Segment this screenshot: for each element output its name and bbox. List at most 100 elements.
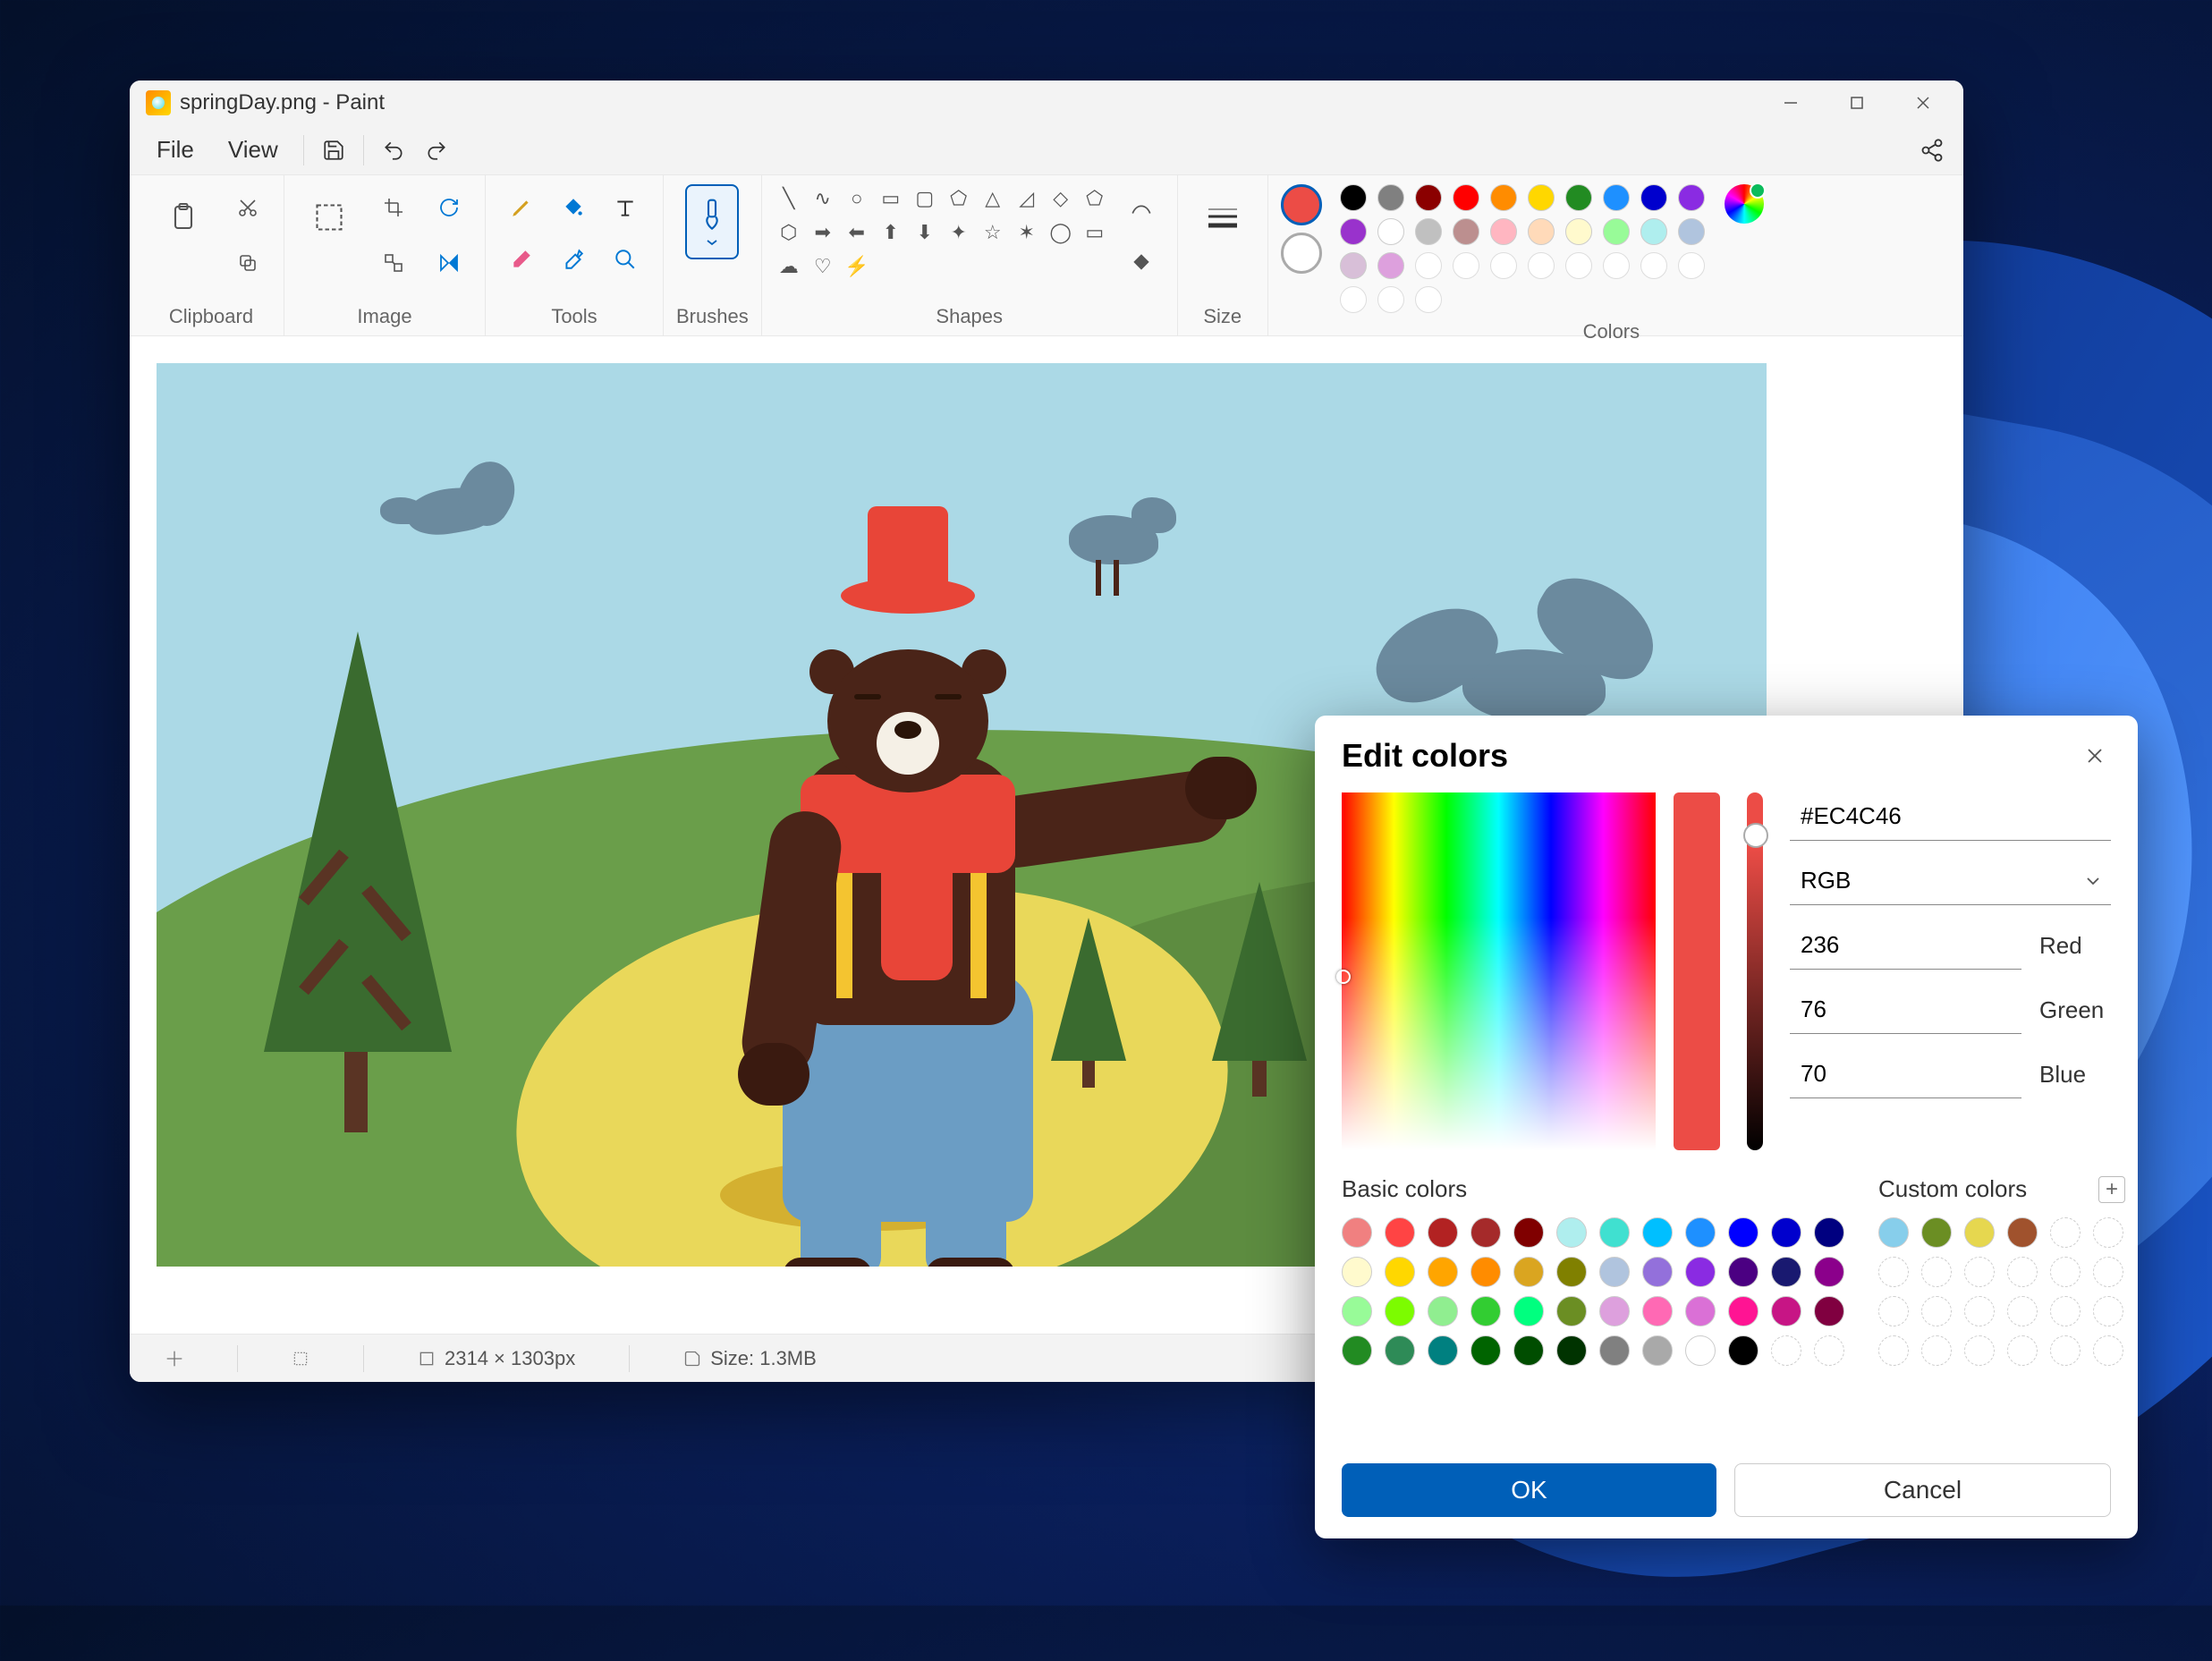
basic-color-swatch[interactable] [1470, 1335, 1501, 1366]
custom-color-swatch[interactable] [2007, 1296, 2038, 1326]
shape-polygon-icon[interactable]: ⬠ [945, 184, 973, 213]
palette-swatch[interactable] [1565, 218, 1592, 245]
basic-color-swatch[interactable] [1814, 1296, 1844, 1326]
shape-diamond-icon[interactable]: ◇ [1047, 184, 1075, 213]
basic-color-swatch[interactable] [1599, 1335, 1630, 1366]
copy-icon[interactable] [225, 240, 271, 286]
shape-line-icon[interactable]: ╲ [775, 184, 803, 213]
share-icon[interactable] [1913, 131, 1951, 169]
basic-color-swatch[interactable] [1342, 1217, 1372, 1248]
custom-color-swatch[interactable] [1964, 1296, 1995, 1326]
palette-swatch[interactable] [1603, 218, 1630, 245]
shape-arrow-left-icon[interactable]: ⬅ [843, 218, 871, 247]
palette-swatch[interactable] [1415, 218, 1442, 245]
basic-color-swatch[interactable] [1599, 1296, 1630, 1326]
basic-color-swatch[interactable] [1642, 1296, 1673, 1326]
basic-color-swatch[interactable] [1814, 1217, 1844, 1248]
shape-hexagon-icon[interactable]: ⬡ [775, 218, 803, 247]
add-custom-color-button[interactable]: + [2098, 1176, 2125, 1203]
basic-color-swatch[interactable] [1385, 1257, 1415, 1287]
close-button[interactable] [1890, 81, 1956, 125]
palette-swatch-empty[interactable] [1453, 252, 1479, 279]
basic-color-swatch[interactable] [1685, 1257, 1716, 1287]
basic-color-swatch[interactable] [1428, 1296, 1458, 1326]
cancel-button[interactable]: Cancel [1734, 1463, 2111, 1517]
palette-swatch[interactable] [1528, 218, 1555, 245]
basic-color-swatch[interactable] [1771, 1257, 1801, 1287]
maximize-button[interactable] [1824, 81, 1890, 125]
custom-color-swatch[interactable] [1964, 1217, 1995, 1248]
palette-swatch[interactable] [1377, 218, 1404, 245]
view-menu[interactable]: View [214, 129, 292, 171]
dialog-close-button[interactable] [2079, 740, 2111, 772]
flip-icon[interactable] [426, 240, 472, 286]
pencil-icon[interactable] [498, 184, 545, 231]
basic-color-swatch[interactable] [1470, 1296, 1501, 1326]
shape-rect-icon[interactable]: ▭ [877, 184, 905, 213]
basic-color-swatch[interactable] [1771, 1217, 1801, 1248]
shape-arrow-down-icon[interactable]: ⬇ [911, 218, 939, 247]
custom-color-swatch[interactable] [2093, 1296, 2123, 1326]
basic-color-swatch[interactable] [1513, 1335, 1544, 1366]
custom-color-swatch[interactable] [2093, 1217, 2123, 1248]
eyedropper-icon[interactable] [550, 236, 597, 283]
basic-color-swatch[interactable] [1556, 1257, 1587, 1287]
color-1-button[interactable] [1281, 184, 1322, 225]
shape-lightning-icon[interactable]: ⚡ [843, 252, 871, 281]
shape-heart-icon[interactable]: ♡ [809, 252, 837, 281]
palette-swatch[interactable] [1340, 218, 1367, 245]
palette-swatch[interactable] [1528, 184, 1555, 211]
palette-swatch[interactable] [1377, 184, 1404, 211]
custom-color-swatch[interactable] [1878, 1296, 1909, 1326]
custom-color-swatch[interactable] [1878, 1335, 1909, 1366]
palette-swatch[interactable] [1640, 184, 1667, 211]
hex-input[interactable] [1790, 792, 2111, 841]
custom-color-swatch[interactable] [1878, 1257, 1909, 1287]
blue-input[interactable] [1790, 1050, 2021, 1098]
green-input[interactable] [1790, 986, 2021, 1034]
minimize-button[interactable] [1758, 81, 1824, 125]
basic-color-swatch[interactable] [1642, 1335, 1673, 1366]
custom-color-swatch[interactable] [2093, 1257, 2123, 1287]
palette-swatch[interactable] [1490, 184, 1517, 211]
shape-pentagon-icon[interactable]: ⬠ [1081, 184, 1109, 213]
text-icon[interactable] [602, 184, 648, 231]
cut-icon[interactable] [225, 184, 271, 231]
undo-icon[interactable] [375, 131, 412, 169]
fill-icon[interactable] [550, 184, 597, 231]
rotate-icon[interactable] [426, 184, 472, 231]
shape-callout-round-icon[interactable]: ◯ [1047, 218, 1075, 247]
palette-swatch[interactable] [1340, 252, 1367, 279]
custom-color-swatch[interactable] [2007, 1335, 2038, 1366]
palette-swatch-empty[interactable] [1565, 252, 1592, 279]
shape-arrow-right-icon[interactable]: ➡ [809, 218, 837, 247]
palette-swatch[interactable] [1340, 184, 1367, 211]
basic-color-swatch[interactable] [1728, 1217, 1759, 1248]
shape-right-triangle-icon[interactable]: ◿ [1013, 184, 1041, 213]
select-button[interactable] [297, 184, 361, 250]
basic-color-swatch[interactable] [1814, 1335, 1844, 1366]
shape-callout-rect-icon[interactable]: ▭ [1081, 218, 1109, 247]
paste-button[interactable] [151, 184, 216, 250]
basic-color-swatch[interactable] [1599, 1257, 1630, 1287]
shape-fill-icon[interactable] [1118, 240, 1165, 286]
custom-color-swatch[interactable] [1921, 1257, 1952, 1287]
custom-color-swatch[interactable] [1921, 1335, 1952, 1366]
palette-swatch-empty[interactable] [1528, 252, 1555, 279]
shape-5star-icon[interactable]: ☆ [979, 218, 1007, 247]
palette-swatch-empty[interactable] [1415, 252, 1442, 279]
basic-color-swatch[interactable] [1685, 1217, 1716, 1248]
custom-color-swatch[interactable] [1921, 1217, 1952, 1248]
palette-swatch[interactable] [1678, 184, 1705, 211]
size-button[interactable] [1191, 184, 1255, 250]
eraser-icon[interactable] [498, 236, 545, 283]
custom-color-swatch[interactable] [2093, 1335, 2123, 1366]
custom-color-swatch[interactable] [2007, 1257, 2038, 1287]
shape-4star-icon[interactable]: ✦ [945, 218, 973, 247]
basic-color-swatch[interactable] [1342, 1335, 1372, 1366]
custom-color-swatch[interactable] [2007, 1217, 2038, 1248]
red-input[interactable] [1790, 921, 2021, 970]
palette-swatch[interactable] [1490, 218, 1517, 245]
brushes-button[interactable] [685, 184, 739, 259]
palette-swatch-empty[interactable] [1340, 286, 1367, 313]
